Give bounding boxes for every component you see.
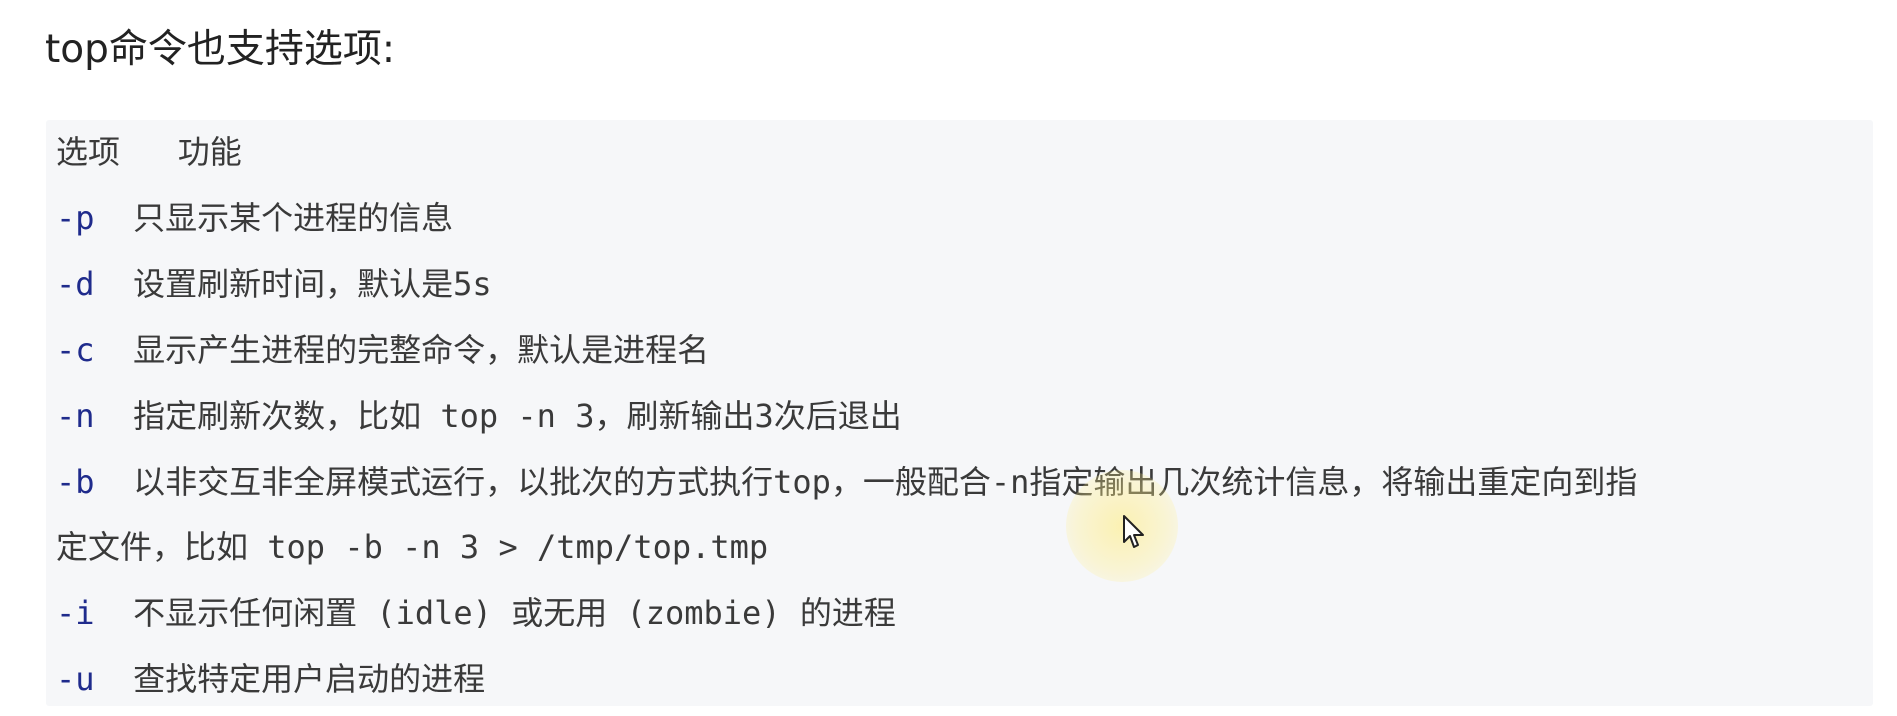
- option-description: 查找特定用户启动的进程: [94, 660, 486, 698]
- option-flag: -u: [56, 660, 95, 698]
- option-row-d: -d 设置刷新时间，默认是5s: [56, 262, 492, 306]
- option-row-p: -p 只显示某个进程的信息: [56, 196, 453, 240]
- option-flag: -d: [56, 265, 95, 303]
- option-row-u: -u 查找特定用户启动的进程: [56, 657, 485, 701]
- option-flag: -n: [56, 397, 95, 435]
- option-row-b-continued: 定文件，比如 top -b -n 3 > /tmp/top.tmp: [56, 525, 768, 569]
- option-description: 不显示任何闲置 (idle) 或无用 (zombie) 的进程: [94, 594, 896, 632]
- option-flag: -b: [56, 463, 95, 501]
- option-description: 指定刷新次数，比如 top -n 3，刷新输出3次后退出: [94, 397, 902, 435]
- option-row-c: -c 显示产生进程的完整命令，默认是进程名: [56, 328, 709, 372]
- option-row-n: -n 指定刷新次数，比如 top -n 3，刷新输出3次后退出: [56, 394, 902, 438]
- option-flag: -i: [56, 594, 95, 632]
- option-description: 设置刷新时间，默认是5s: [94, 265, 492, 303]
- page-heading: top命令也支持选项:: [45, 27, 396, 72]
- option-row-i: -i 不显示任何闲置 (idle) 或无用 (zombie) 的进程: [56, 591, 896, 635]
- mouse-pointer-icon: [1123, 515, 1144, 548]
- option-description: 只显示某个进程的信息: [94, 199, 454, 237]
- option-description: 定文件，比如 top -b -n 3 > /tmp/top.tmp: [56, 528, 769, 566]
- option-flag: -p: [56, 199, 95, 237]
- option-row-b: -b 以非交互非全屏模式运行，以批次的方式执行top，一般配合-n指定输出几次统…: [56, 460, 1637, 504]
- option-description: 显示产生进程的完整命令，默认是进程名: [94, 331, 710, 369]
- table-header: 选项 功能: [56, 133, 242, 171]
- options-code-block: 选项 功能 -p 只显示某个进程的信息 -d 设置刷新时间，默认是5s -c 显…: [46, 120, 1873, 706]
- option-flag: -c: [56, 331, 95, 369]
- option-description: 以非交互非全屏模式运行，以批次的方式执行top，一般配合-n指定输出几次统计信息…: [94, 463, 1638, 501]
